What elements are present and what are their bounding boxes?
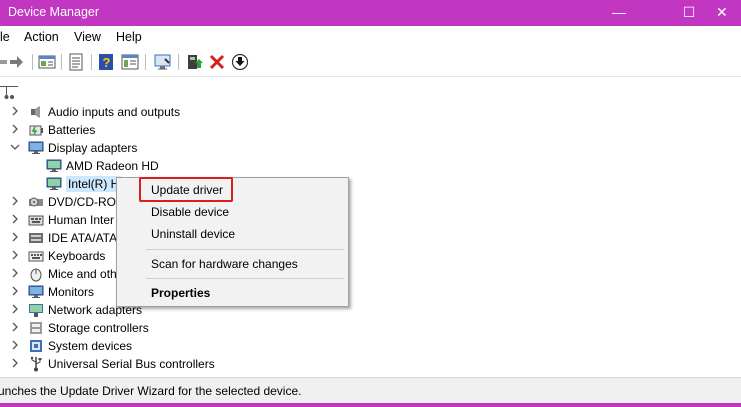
disable-device-label: Disable device — [151, 205, 230, 219]
tree-node[interactable]: System devices — [0, 337, 300, 355]
tree-node[interactable]: AMD Radeon HD — [0, 157, 300, 175]
chevron-right-icon[interactable] — [10, 105, 20, 116]
chevron-right-icon[interactable] — [10, 213, 20, 224]
properties-label: Properties — [151, 286, 211, 300]
chevron-right-icon[interactable] — [10, 303, 20, 314]
tree-node[interactable]: Storage controllers — [0, 319, 300, 337]
chevron-right-icon[interactable] — [10, 285, 20, 296]
chevron-right-icon[interactable] — [10, 267, 20, 278]
close-button[interactable]: ✕ — [716, 0, 741, 26]
tree-node-label: Storage controllers — [48, 321, 149, 335]
uninstall-device-menu-item[interactable]: Uninstall device — [117, 223, 348, 245]
update-driver-highlight — [139, 177, 233, 202]
scan-hardware-changes-label: Scan for hardware changes — [151, 257, 298, 271]
window-title: Device Manager — [8, 5, 100, 19]
dvd-drive-icon — [28, 194, 44, 210]
chevron-right-icon[interactable] — [10, 321, 20, 332]
usb-icon — [28, 356, 44, 372]
toolbar-separator — [145, 54, 146, 70]
tree-node[interactable]: Universal Serial Bus controllers — [0, 355, 300, 373]
minimize-button[interactable]: — — [596, 0, 642, 26]
status-bar: unches the Update Driver Wizard for the … — [0, 377, 741, 404]
tree-node-label: DVD/CD-ROI — [48, 195, 120, 209]
display-adapter-icon — [46, 176, 62, 192]
battery-icon — [28, 122, 44, 138]
tree-node[interactable]: Display adapters — [0, 139, 300, 157]
tree-node-label: Monitors — [48, 285, 95, 299]
toolbar-separator — [32, 54, 33, 70]
tree-node-label: Universal Serial Bus controllers — [48, 357, 215, 371]
action-pane-icon[interactable] — [120, 52, 140, 72]
chevron-right-icon[interactable] — [10, 123, 20, 134]
disable-device-menu-item[interactable]: Disable device — [117, 201, 348, 223]
network-adapter-icon — [28, 302, 44, 318]
tree-node-label: Human Inter — [48, 213, 115, 227]
ide-controller-icon — [28, 230, 44, 246]
update-driver-icon[interactable] — [230, 52, 250, 72]
chevron-down-icon[interactable] — [10, 141, 20, 151]
uninstall-device-icon[interactable] — [207, 52, 227, 72]
menu-action[interactable]: Action — [24, 30, 59, 44]
system-device-icon — [28, 338, 44, 354]
maximize-icon: ☐ — [682, 4, 696, 20]
computer-icon — [0, 83, 18, 99]
speaker-icon — [28, 104, 44, 120]
menu-help[interactable]: Help — [116, 30, 142, 44]
tree-root-computer[interactable] — [0, 85, 30, 103]
toolbar: ? — [0, 48, 741, 77]
forward-arrow-icon[interactable] — [7, 52, 27, 72]
toolbar-separator — [61, 54, 62, 70]
tree-node-label: Intel(R) H — [66, 176, 122, 192]
uninstall-device-label: Uninstall device — [151, 227, 236, 241]
tree-node-label: Batteries — [48, 123, 96, 137]
tree-node[interactable]: Audio inputs and outputs — [0, 103, 300, 121]
tree-node-label: System devices — [48, 339, 133, 353]
menu-separator — [146, 249, 344, 250]
status-text: unches the Update Driver Wizard for the … — [0, 384, 302, 398]
scan-hardware-changes-menu-item[interactable]: Scan for hardware changes — [117, 253, 348, 275]
menu-separator — [146, 278, 344, 279]
keyboard-icon — [28, 248, 44, 264]
tree-node[interactable]: Batteries — [0, 121, 300, 139]
display-adapter-icon — [46, 158, 62, 174]
monitor-icon — [28, 284, 44, 300]
close-icon: ✕ — [716, 4, 728, 20]
chevron-right-icon[interactable] — [10, 231, 20, 242]
maximize-button[interactable]: ☐ — [666, 0, 712, 26]
show-hide-console-tree-icon[interactable] — [37, 52, 57, 72]
device-tree: Audio inputs and outputs Batteries Display… — [0, 77, 741, 375]
enable-device-icon[interactable] — [185, 52, 205, 72]
toolbar-separator — [178, 54, 179, 70]
toolbar-separator — [91, 54, 92, 70]
tree-node-label: Keyboards — [48, 249, 106, 263]
monitor-icon — [28, 140, 44, 156]
menu-bar: le Action View Help — [0, 26, 741, 48]
tree-node-label: IDE ATA/ATA — [48, 231, 118, 245]
window-bottom-border — [0, 403, 741, 407]
storage-controller-icon — [28, 320, 44, 336]
menu-view[interactable]: View — [74, 30, 101, 44]
minimize-icon: — — [612, 4, 626, 20]
chevron-right-icon[interactable] — [10, 339, 20, 350]
tree-node-label: Audio inputs and outputs — [48, 105, 181, 119]
chevron-right-icon[interactable] — [10, 249, 20, 260]
properties-menu-item[interactable]: Properties — [117, 282, 348, 304]
scan-hardware-icon[interactable] — [153, 52, 173, 72]
mouse-icon — [28, 266, 44, 282]
properties-icon[interactable] — [66, 52, 86, 72]
menu-file[interactable]: le — [0, 30, 10, 44]
chevron-right-icon[interactable] — [10, 357, 20, 368]
tree-node-label: AMD Radeon HD — [66, 159, 159, 173]
svg-text:?: ? — [103, 55, 111, 70]
tree-node-label: Mice and oth — [48, 267, 117, 281]
help-icon[interactable]: ? — [96, 52, 116, 72]
chevron-right-icon[interactable] — [10, 195, 20, 206]
title-bar: Device Manager — ☐ ✕ — [0, 0, 741, 26]
hid-icon — [28, 212, 44, 228]
tree-node-label: Display adapters — [48, 141, 138, 155]
